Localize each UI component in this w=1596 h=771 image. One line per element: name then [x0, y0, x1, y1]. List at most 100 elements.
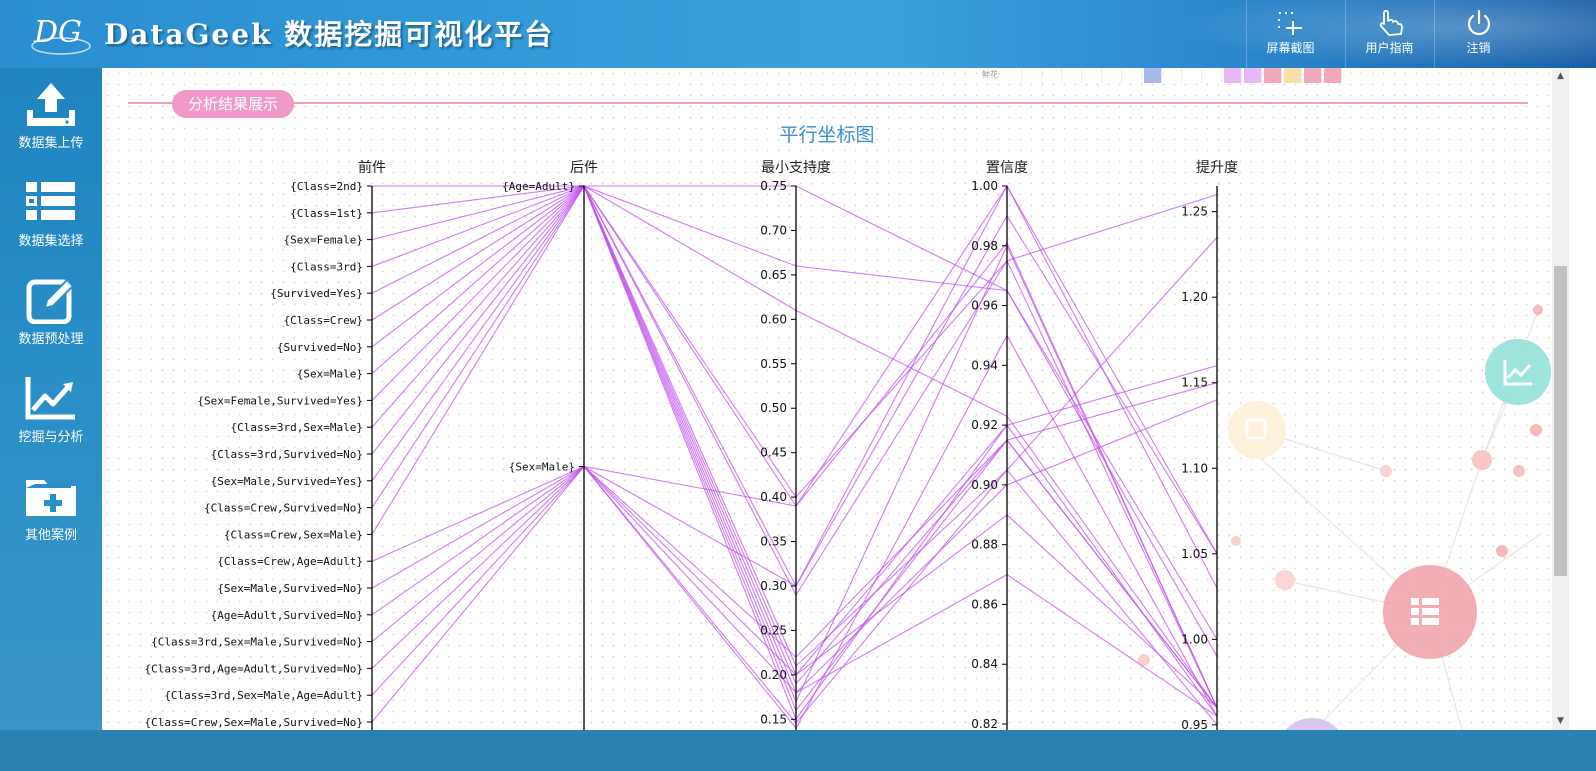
user-guide-button[interactable]: 用户指南 — [1345, 0, 1433, 68]
axis-title: 提升度 — [1196, 160, 1238, 176]
tick-label: 0.84 — [971, 657, 998, 671]
tick-label: 0.70 — [760, 223, 787, 237]
tick-label: 0.50 — [760, 401, 787, 415]
user-guide-button-label: 用户指南 — [1365, 41, 1414, 55]
sidebar-item-label: 其他案例 — [24, 528, 77, 543]
sidebar-item-upload[interactable]: 数据集上传 — [0, 68, 102, 162]
tick-label: {Class=Crew} — [284, 314, 363, 327]
upload-icon — [27, 83, 75, 126]
tick-label: 0.75 — [760, 179, 787, 193]
top-header: DG DataGeek 数据挖掘可视化平台 屏幕截图 用户指南 注销 — [0, 0, 1596, 68]
sidebar-item-label: 数据集选择 — [18, 234, 84, 249]
axis-title: 后件 — [570, 160, 598, 176]
tick-label: 0.98 — [971, 239, 998, 253]
logo-icon: DG — [31, 15, 91, 55]
tick-label: 0.96 — [971, 299, 998, 313]
tick-label: {Class=3rd,Age=Adult,Survived=No} — [144, 662, 363, 675]
sidebar-item-label: 数据预处理 — [18, 332, 84, 347]
tick-label: 0.82 — [971, 717, 998, 730]
tick-label: {Class=Crew,Survived=No} — [204, 502, 363, 515]
rule-line[interactable] — [371, 184, 1218, 712]
tick-label: 1.05 — [1181, 547, 1208, 561]
axis-title: 前件 — [358, 159, 386, 176]
tick-label: 0.20 — [760, 668, 787, 682]
parallel-coordinates-chart: 前件 {Class=2nd} {Class=1st} {Sex=Female} {Cla… — [144, 159, 1238, 730]
scroll-down-arrow-icon[interactable]: ▼ — [1552, 713, 1569, 730]
tick-label: 1.25 — [1181, 205, 1208, 219]
tick-label: 0.88 — [971, 538, 998, 552]
sidebar-item-other-cases[interactable]: 其他案例 — [0, 460, 102, 554]
tick-label: 1.20 — [1181, 290, 1208, 304]
rule-line[interactable] — [371, 185, 1218, 709]
sidebar-item-preprocess[interactable]: 数据预处理 — [0, 264, 102, 358]
axis-title: 置信度 — [986, 160, 1028, 176]
tick-label: {Class=3rd} — [290, 260, 363, 273]
tick-label: 0.90 — [971, 478, 998, 492]
tick-label: 0.15 — [760, 712, 787, 726]
tick-label: {Class=Crew,Sex=Male} — [224, 528, 363, 541]
tick-label: {Sex=Male} — [297, 368, 363, 381]
edit-icon — [26, 278, 75, 324]
tick-label: {Age=Adult} — [502, 180, 575, 193]
tick-label: {Class=3rd,Sex=Male,Age=Adult} — [164, 689, 363, 702]
sidebar-item-label: 挖掘与分析 — [18, 430, 84, 445]
sidebar-item-label: 数据集上传 — [18, 136, 84, 151]
tick-label: 0.92 — [971, 418, 998, 432]
tick-label: {Sex=Male} — [509, 461, 575, 474]
tick-label: 1.10 — [1181, 461, 1208, 475]
tick-label: 1.00 — [971, 179, 998, 193]
tick-label: 0.95 — [1181, 718, 1208, 730]
screenshot-crosshair-icon — [1277, 12, 1302, 35]
power-icon — [1467, 9, 1490, 36]
tick-label: 0.86 — [971, 597, 998, 611]
screenshot-button-label: 屏幕截图 — [1266, 41, 1315, 55]
tick-label: {Age=Adult,Survived=No} — [211, 609, 363, 622]
tick-label: {Class=Crew,Age=Adult} — [217, 555, 363, 568]
tick-label: {Class=3rd,Survived=No} — [211, 448, 363, 461]
rule-line[interactable] — [371, 185, 1218, 709]
rule-line[interactable] — [371, 439, 1218, 709]
scrollbar-thumb[interactable] — [1554, 266, 1567, 576]
rule-line[interactable] — [371, 184, 1218, 709]
tick-label: {Sex=Female,Survived=Yes} — [197, 394, 363, 407]
logout-button[interactable]: 注销 — [1434, 0, 1522, 68]
footer-bar — [0, 730, 1596, 771]
tick-label: {Sex=Male,Survived=Yes} — [211, 475, 363, 488]
vertical-scrollbar[interactable]: ▲ ▼ — [1552, 68, 1569, 730]
tick-label: 0.94 — [971, 358, 998, 372]
tick-label: {Class=3rd,Sex=Male,Survived=No} — [151, 636, 363, 649]
sidebar-item-mining-analysis[interactable]: 挖掘与分析 — [0, 362, 102, 456]
rule-line[interactable] — [371, 185, 1218, 597]
screenshot-button[interactable]: 屏幕截图 — [1246, 0, 1334, 68]
tick-label: 0.40 — [760, 490, 787, 504]
tick-label: 0.55 — [760, 357, 787, 371]
chart-line-icon — [25, 377, 75, 420]
tick-label: {Class=3rd,Sex=Male} — [231, 421, 363, 434]
tick-label: 0.35 — [760, 535, 787, 549]
tick-label: 0.65 — [760, 268, 787, 282]
tick-label: {Class=1st} — [290, 207, 363, 220]
rule-line[interactable] — [371, 185, 1218, 676]
tick-label: 1.00 — [1181, 632, 1208, 646]
tick-label: 1.15 — [1181, 376, 1208, 390]
rule-line[interactable] — [371, 184, 1218, 589]
sidebar-item-dataset-select[interactable]: 数据集选择 — [0, 166, 102, 260]
main-content: 鲜花 分析结果展示 平行坐标图 前件 {Class=2nd} {Class=1st}… — [102, 68, 1552, 730]
tick-label: {Class=Crew,Sex=Male,Survived=No} — [144, 716, 363, 729]
sidebar: 数据集上传 数据集选择 数据预处理 挖掘与分析 其他案例 — [0, 68, 102, 730]
app-title: DataGeek 数据挖掘可视化平台 — [104, 18, 555, 51]
rule-line[interactable] — [371, 185, 1218, 709]
tick-label: 0.25 — [760, 623, 787, 637]
logout-button-label: 注销 — [1466, 41, 1491, 55]
list-icon — [26, 182, 75, 220]
tick-label: {Survived=Yes} — [270, 287, 363, 300]
rule-line[interactable] — [371, 184, 1218, 562]
tick-label: 0.45 — [760, 446, 787, 460]
tick-label: {Class=2nd} — [290, 180, 363, 193]
logo-text: DG — [33, 15, 82, 50]
tick-label: {Sex=Male,Survived=No} — [217, 582, 363, 595]
tick-label: {Sex=Female} — [284, 234, 363, 247]
tick-label: {Survived=No} — [277, 341, 363, 354]
tick-label: 0.60 — [760, 312, 787, 326]
scroll-up-arrow-icon[interactable]: ▲ — [1552, 68, 1569, 85]
